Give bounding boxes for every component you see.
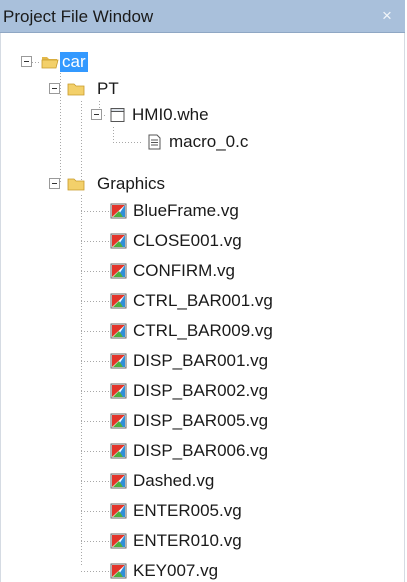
collapse-toggle-icon[interactable] — [91, 109, 102, 120]
tree-node-graphic-file[interactable]: ENTER005.vg — [1, 498, 404, 524]
folder-open-icon — [41, 54, 59, 70]
tree-node-graphic-file[interactable]: CTRL_BAR009.vg — [1, 318, 404, 344]
window-file-icon — [109, 107, 126, 123]
tree-label: BlueFrame.vg — [133, 201, 239, 220]
vector-graphic-icon — [110, 563, 127, 579]
vector-graphic-icon — [110, 293, 127, 309]
tree-node-pt[interactable]: PT — [1, 76, 404, 102]
tree-node-graphic-file[interactable]: CTRL_BAR001.vg — [1, 288, 404, 314]
tree-label: ENTER005.vg — [133, 501, 242, 520]
project-tree: car PT HMI0.whe macro_0.c Graphics BlueF… — [0, 33, 405, 582]
collapse-toggle-icon[interactable] — [21, 56, 32, 67]
tree-label: CLOSE001.vg — [133, 231, 242, 250]
source-file-icon — [146, 134, 163, 150]
tree-label: ENTER010.vg — [133, 531, 242, 550]
vector-graphic-icon — [110, 503, 127, 519]
folder-icon — [67, 81, 85, 97]
tree-label: Dashed.vg — [133, 471, 215, 490]
tree-label: PT — [97, 79, 119, 98]
vector-graphic-icon — [110, 263, 127, 279]
tree-label: CTRL_BAR001.vg — [133, 291, 273, 310]
tree-label: KEY007.vg — [133, 561, 219, 580]
tree-node-graphic-file[interactable]: DISP_BAR002.vg — [1, 378, 404, 404]
tree-label: DISP_BAR002.vg — [133, 381, 269, 400]
tree-node-graphic-file[interactable]: DISP_BAR001.vg — [1, 348, 404, 374]
tree-label: DISP_BAR001.vg — [133, 351, 269, 370]
tree-node-graphic-file[interactable]: Dashed.vg — [1, 468, 404, 494]
collapse-toggle-icon[interactable] — [49, 178, 60, 189]
vector-graphic-icon — [110, 233, 127, 249]
project-file-window: Project File Window × car PT HMI0.whe ma… — [0, 0, 407, 582]
vector-graphic-icon — [110, 353, 127, 369]
tree-label: DISP_BAR006.vg — [133, 441, 269, 460]
tree-node-graphic-file[interactable]: KEY007.vg — [1, 558, 404, 582]
tree-node-graphic-file[interactable]: CLOSE001.vg — [1, 228, 404, 254]
tree-label: car — [60, 52, 88, 72]
vector-graphic-icon — [110, 203, 127, 219]
tree-label: Graphics — [97, 174, 166, 193]
tree-node-car[interactable]: car — [1, 49, 404, 75]
vector-graphic-icon — [110, 323, 127, 339]
tree-label: CTRL_BAR009.vg — [133, 321, 273, 340]
window-title: Project File Window — [3, 7, 154, 26]
tree-label: DISP_BAR005.vg — [133, 411, 269, 430]
tree-node-graphic-file[interactable]: DISP_BAR005.vg — [1, 408, 404, 434]
tree-node-graphic-file[interactable]: CONFIRM.vg — [1, 258, 404, 284]
folder-icon — [67, 176, 85, 192]
vector-graphic-icon — [110, 533, 127, 549]
tree-label: CONFIRM.vg — [133, 261, 235, 280]
window-titlebar[interactable]: Project File Window × — [0, 0, 405, 33]
vector-graphic-icon — [110, 473, 127, 489]
close-icon[interactable]: × — [377, 6, 397, 26]
tree-node-graphics[interactable]: Graphics — [1, 171, 404, 197]
tree-node-hmi0[interactable]: HMI0.whe — [1, 102, 404, 128]
tree-node-graphic-file[interactable]: BlueFrame.vg — [1, 198, 404, 224]
tree-label: HMI0.whe — [132, 105, 209, 124]
vector-graphic-icon — [110, 443, 127, 459]
vector-graphic-icon — [110, 383, 127, 399]
tree-label: macro_0.c — [169, 132, 249, 151]
tree-node-graphic-file[interactable]: ENTER010.vg — [1, 528, 404, 554]
tree-node-graphic-file[interactable]: DISP_BAR006.vg — [1, 438, 404, 464]
collapse-toggle-icon[interactable] — [49, 83, 60, 94]
tree-node-macro[interactable]: macro_0.c — [1, 129, 404, 155]
vector-graphic-icon — [110, 413, 127, 429]
